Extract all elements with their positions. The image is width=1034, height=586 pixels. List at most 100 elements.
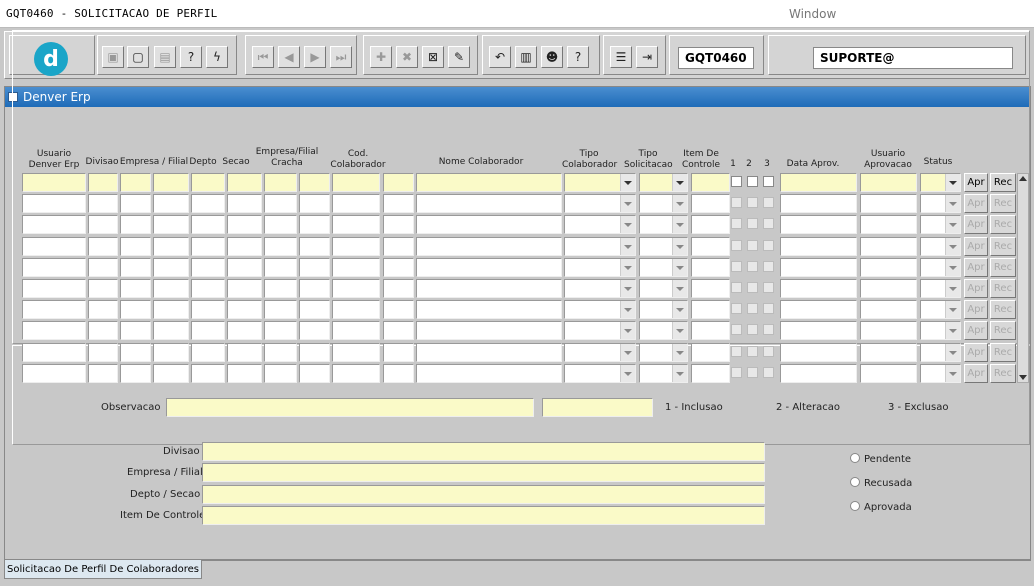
cod-colaborador-cell[interactable]: [332, 215, 380, 235]
checkbox-3[interactable]: [763, 282, 774, 293]
divisao-cell[interactable]: [88, 194, 118, 214]
item-controle-field[interactable]: [202, 506, 765, 525]
depto-cell[interactable]: [191, 173, 225, 192]
chevron-down-icon[interactable]: [624, 287, 632, 291]
data-aprov-cell[interactable]: [780, 342, 857, 362]
cod-colaborador-cell[interactable]: [332, 236, 380, 256]
chevron-down-icon[interactable]: [624, 308, 632, 313]
checkbox-2[interactable]: [747, 282, 758, 293]
checkbox-3[interactable]: [763, 239, 774, 251]
cod-colaborador-cell[interactable]: [332, 300, 380, 320]
data-aprov-cell[interactable]: [780, 257, 857, 277]
divisao-cell[interactable]: [88, 300, 118, 320]
checkbox-3[interactable]: [763, 218, 774, 230]
cod-colaborador-ext-cell[interactable]: [383, 342, 414, 362]
filial-cell[interactable]: [153, 173, 189, 192]
empresa-cracha-cell[interactable]: [264, 194, 297, 214]
filial-cell[interactable]: [153, 215, 189, 235]
empresa-cell[interactable]: [120, 236, 151, 256]
checkbox-3[interactable]: [763, 197, 774, 209]
cod-colaborador-ext-cell[interactable]: [383, 194, 414, 214]
secao-cell[interactable]: [227, 342, 262, 362]
approve-button[interactable]: Apr: [964, 342, 988, 362]
recusada-radio[interactable]: [850, 477, 860, 487]
nome-colaborador-cell[interactable]: [416, 215, 562, 235]
chevron-down-icon[interactable]: [949, 308, 957, 313]
depto-cell[interactable]: [191, 194, 225, 214]
empresa-filial-field[interactable]: [202, 463, 765, 482]
filial-cracha-cell[interactable]: [299, 215, 330, 235]
usuario-cell[interactable]: [22, 321, 86, 341]
tipo-colaborador-cell[interactable]: [564, 257, 636, 277]
data-aprov-cell[interactable]: [780, 321, 857, 341]
usuario-cell[interactable]: [22, 279, 86, 298]
usuario-cell[interactable]: [22, 257, 86, 277]
cod-colaborador-ext-cell[interactable]: [383, 321, 414, 341]
chevron-down-icon[interactable]: [624, 181, 632, 185]
usuario-aprovacao-cell[interactable]: [860, 363, 917, 383]
chevron-down-icon[interactable]: [624, 265, 632, 270]
item-controle-cell[interactable]: [691, 321, 730, 341]
filial-cracha-cell[interactable]: [299, 363, 330, 383]
cod-colaborador-ext-cell[interactable]: [383, 363, 414, 383]
chevron-down-icon[interactable]: [676, 265, 684, 270]
checkbox-2[interactable]: [747, 345, 758, 357]
usuario-cell[interactable]: [22, 363, 86, 383]
empresa-cell[interactable]: [120, 279, 151, 298]
cod-colaborador-cell[interactable]: [332, 194, 380, 214]
filial-cell[interactable]: [153, 194, 189, 214]
cod-colaborador-cell[interactable]: [332, 173, 380, 192]
depto-cell[interactable]: [191, 279, 225, 298]
chevron-down-icon[interactable]: [624, 244, 632, 249]
checkbox-2[interactable]: [747, 260, 758, 272]
usuario-cell[interactable]: [22, 236, 86, 256]
approve-button[interactable]: Apr: [964, 194, 988, 214]
filial-cell[interactable]: [153, 321, 189, 341]
chevron-down-icon[interactable]: [949, 287, 957, 291]
nome-colaborador-cell[interactable]: [416, 236, 562, 256]
reject-button[interactable]: Rec: [990, 279, 1016, 298]
chevron-down-icon[interactable]: [624, 350, 632, 355]
filial-cracha-cell[interactable]: [299, 236, 330, 256]
cod-colaborador-ext-cell[interactable]: [383, 257, 414, 277]
usuario-cell[interactable]: [22, 215, 86, 235]
filial-cell[interactable]: [153, 236, 189, 256]
cod-colaborador-cell[interactable]: [332, 363, 380, 383]
empresa-cell[interactable]: [120, 194, 151, 214]
nome-colaborador-cell[interactable]: [416, 194, 562, 214]
checkbox-1[interactable]: [731, 197, 742, 209]
usuario-cell[interactable]: [22, 300, 86, 320]
tipo-solicitacao-cell[interactable]: [639, 363, 688, 383]
empresa-cell[interactable]: [120, 257, 151, 277]
usuario-aprovacao-cell[interactable]: [860, 194, 917, 214]
empresa-cracha-cell[interactable]: [264, 236, 297, 256]
approve-button[interactable]: Apr: [964, 236, 988, 256]
cod-colaborador-cell[interactable]: [332, 321, 380, 341]
item-controle-cell[interactable]: [691, 300, 730, 320]
empresa-cracha-cell[interactable]: [264, 342, 297, 362]
status-cell[interactable]: [920, 321, 961, 341]
nome-colaborador-cell[interactable]: [416, 300, 562, 320]
divisao-field[interactable]: [202, 442, 765, 461]
status-cell[interactable]: [920, 279, 961, 298]
tipo-colaborador-cell[interactable]: [564, 363, 636, 383]
secao-cell[interactable]: [227, 236, 262, 256]
empresa-cell[interactable]: [120, 173, 151, 192]
tipo-colaborador-cell[interactable]: [564, 342, 636, 362]
item-controle-cell[interactable]: [691, 342, 730, 362]
usuario-aprovacao-cell[interactable]: [860, 173, 917, 192]
chevron-down-icon[interactable]: [949, 244, 957, 249]
data-aprov-cell[interactable]: [780, 173, 857, 192]
tipo-solicitacao-cell[interactable]: [639, 194, 688, 214]
chevron-down-icon[interactable]: [676, 202, 684, 207]
chevron-down-icon[interactable]: [624, 371, 632, 376]
chevron-down-icon[interactable]: [676, 181, 684, 185]
filial-cracha-cell[interactable]: [299, 173, 330, 192]
empresa-cracha-cell[interactable]: [264, 173, 297, 192]
status-cell[interactable]: [920, 236, 961, 256]
cod-colaborador-ext-cell[interactable]: [383, 215, 414, 235]
observacao-input[interactable]: [166, 398, 534, 417]
usuario-aprovacao-cell[interactable]: [860, 321, 917, 341]
checkbox-1[interactable]: [731, 239, 742, 251]
empresa-cell[interactable]: [120, 363, 151, 383]
